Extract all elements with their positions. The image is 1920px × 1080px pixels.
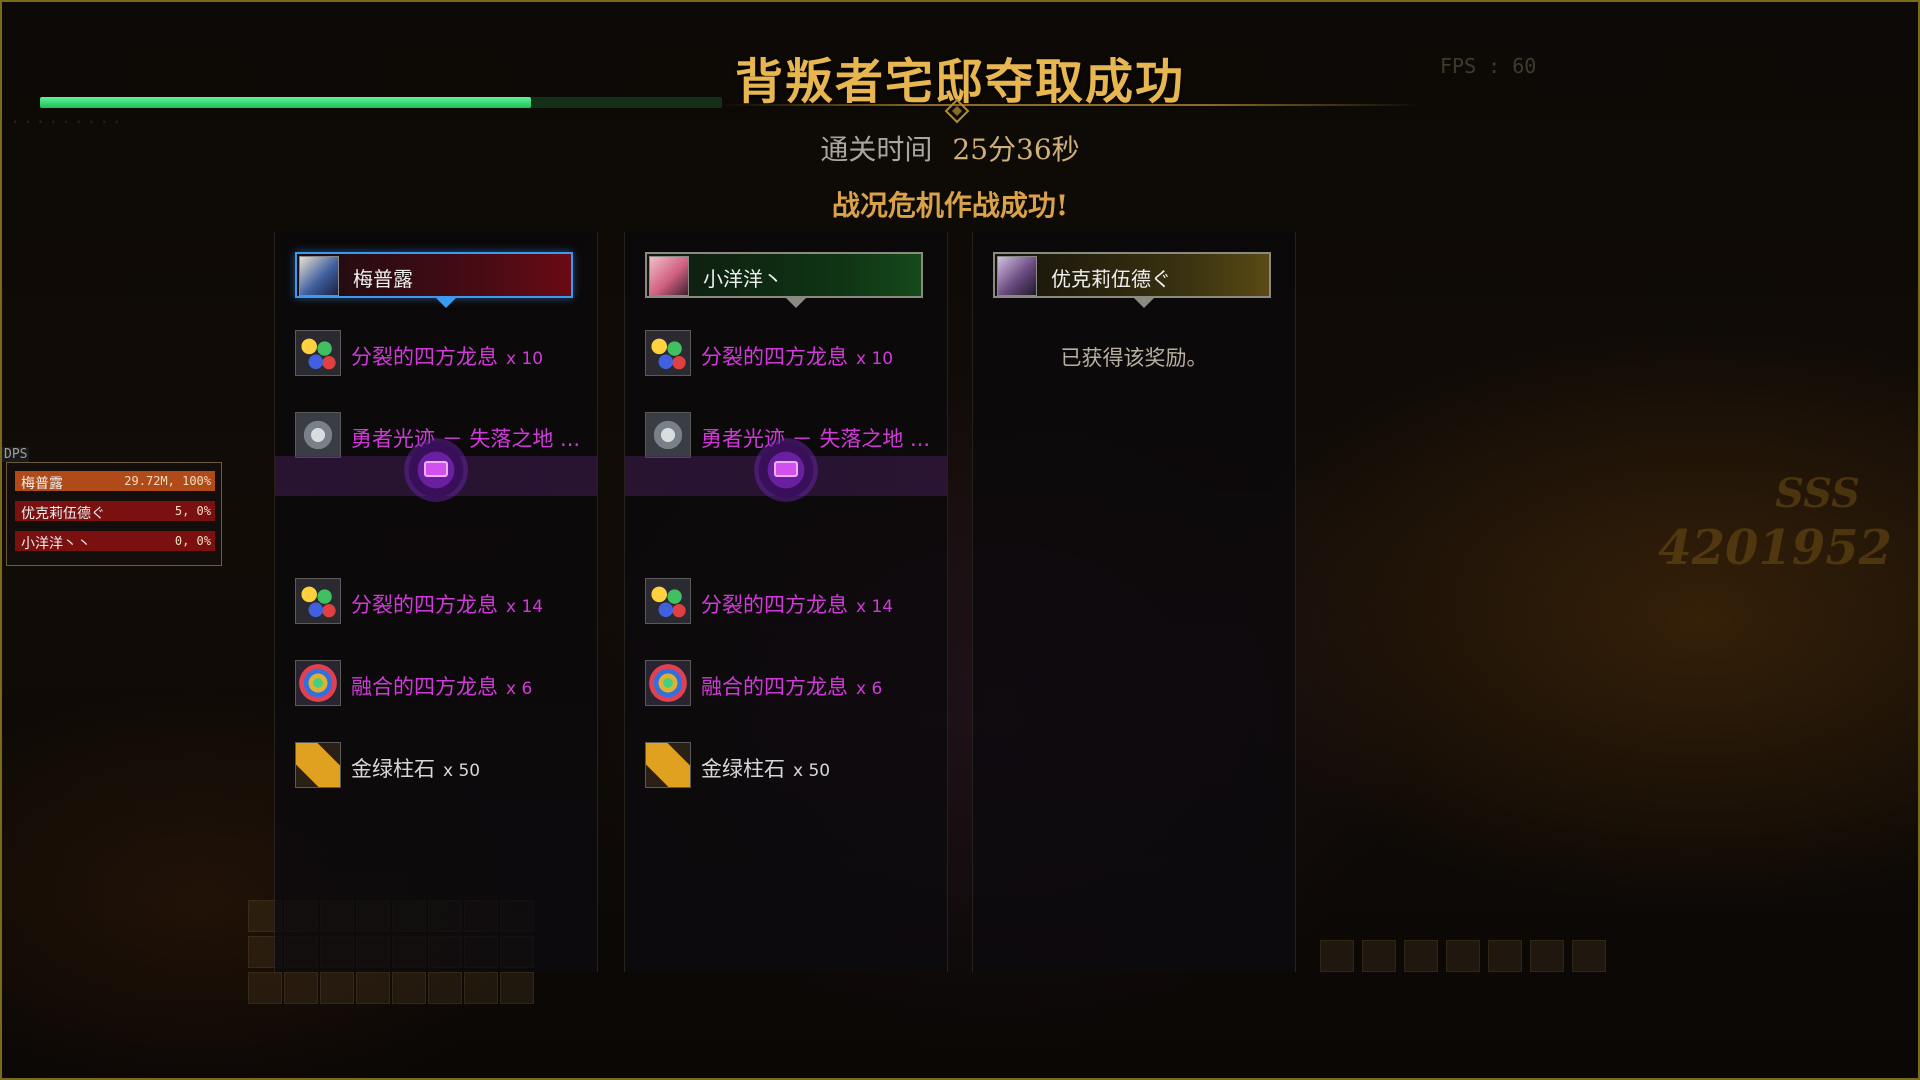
dps-value: 5, 0%: [174, 504, 211, 518]
combo-rank: SSS: [1775, 470, 1860, 517]
combo-score: 4201952: [1658, 520, 1892, 576]
reward-name: 融合的四方龙息 x 6: [351, 675, 533, 699]
player-name-bar[interactable]: 优克莉伍德ぐ: [993, 252, 1271, 308]
reward-item[interactable]: 分裂的四方龙息 x 14: [295, 578, 585, 626]
reward-item[interactable]: 金绿柱石 x 50: [645, 742, 935, 790]
bonus-chest-icon[interactable]: [754, 438, 818, 502]
dps-player-name: 梅普露: [21, 476, 63, 492]
reward-item[interactable]: 分裂的四方龙息 x 14: [645, 578, 935, 626]
mission-success-text: 战况危机作战成功!: [831, 189, 1069, 222]
bonus-chest-icon[interactable]: [404, 438, 468, 502]
reward-name: 勇者光迹 － 失落之地 ...: [701, 427, 931, 451]
reward-item[interactable]: 分裂的四方龙息 x 10: [645, 330, 935, 378]
selection-pointer-icon: [786, 298, 806, 308]
selection-pointer-icon: [436, 298, 456, 308]
clear-time: 通关时间 25分36秒: [740, 128, 1160, 168]
dungeon-progress-bar: [40, 97, 722, 108]
dps-row: 梅普露 29.72M, 100%: [15, 471, 215, 492]
dps-row: 小洋洋丶丶 0, 0%: [15, 531, 215, 552]
bg-chat-line: · · · · · · · · ·: [12, 110, 121, 134]
reward-name: 金绿柱石 x 50: [701, 757, 831, 781]
title-divider: [720, 104, 1420, 106]
dps-row: 优克莉伍德ぐ 5, 0%: [15, 501, 215, 522]
split-dragon-breath-icon: [645, 578, 691, 624]
split-dragon-breath-icon: [645, 330, 691, 376]
split-dragon-breath-icon: [295, 578, 341, 624]
reward-item[interactable]: 分裂的四方龙息 x 10: [295, 330, 585, 378]
title-diamond-icon: [944, 98, 970, 124]
player-name-bar[interactable]: 小洋洋丶: [645, 252, 923, 308]
dps-player-name: 小洋洋丶丶: [21, 536, 91, 552]
player-name: 优克莉伍德ぐ: [1051, 267, 1171, 291]
player-name: 梅普露: [353, 267, 413, 291]
reward-item[interactable]: 融合的四方龙息 x 6: [295, 660, 585, 708]
player-reward-column: 优克莉伍德ぐ 已获得该奖励。: [972, 232, 1296, 972]
dps-value: 0, 0%: [174, 534, 211, 548]
fps-counter: FPS : 60: [1440, 54, 1537, 78]
player-name: 小洋洋丶: [703, 267, 783, 291]
gold-green-stone-icon: [645, 742, 691, 788]
split-dragon-breath-icon: [295, 330, 341, 376]
clear-time-label: 通关时间: [820, 133, 933, 166]
brave-trace-icon: [295, 412, 341, 458]
reward-name: 分裂的四方龙息 x 10: [701, 345, 894, 369]
reward-name: 勇者光迹 － 失落之地 ...: [351, 427, 581, 451]
selection-pointer-icon: [1134, 298, 1154, 308]
fusion-dragon-breath-icon: [645, 660, 691, 706]
clear-time-value: 25分36秒: [952, 133, 1080, 166]
fusion-dragon-breath-icon: [295, 660, 341, 706]
reward-name: 融合的四方龙息 x 6: [701, 675, 883, 699]
player-avatar: [299, 256, 339, 296]
reward-name: 分裂的四方龙息 x 14: [351, 593, 544, 617]
player-reward-column: 小洋洋丶 分裂的四方龙息 x 10 勇者光迹 － 失落之地 ... 分裂的四方龙息…: [624, 232, 948, 972]
dps-meter-label: DPS: [2, 447, 30, 462]
reward-item[interactable]: 金绿柱石 x 50: [295, 742, 585, 790]
progress-fill: [40, 97, 532, 108]
player-name-bar[interactable]: 梅普露: [295, 252, 573, 308]
dps-value: 29.72M, 100%: [124, 474, 211, 488]
reward-name: 分裂的四方龙息 x 10: [351, 345, 544, 369]
reward-name: 分裂的四方龙息 x 14: [701, 593, 894, 617]
dps-player-name: 优克莉伍德ぐ: [21, 506, 105, 522]
player-reward-column: 梅普露 分裂的四方龙息 x 10 勇者光迹 － 失落之地 ... 分裂的四方龙息 x…: [274, 232, 598, 972]
player-avatar: [997, 256, 1037, 296]
quick-menu-bar: [1320, 940, 1610, 972]
reward-item[interactable]: 融合的四方龙息 x 6: [645, 660, 935, 708]
brave-trace-icon: [645, 412, 691, 458]
dps-meter[interactable]: 梅普露 29.72M, 100% 优克莉伍德ぐ 5, 0% 小洋洋丶丶 0, 0…: [6, 462, 222, 566]
reward-received-text: 已获得该奖励。: [1060, 346, 1208, 370]
gold-green-stone-icon: [295, 742, 341, 788]
reward-name: 金绿柱石 x 50: [351, 757, 481, 781]
player-avatar: [649, 256, 689, 296]
